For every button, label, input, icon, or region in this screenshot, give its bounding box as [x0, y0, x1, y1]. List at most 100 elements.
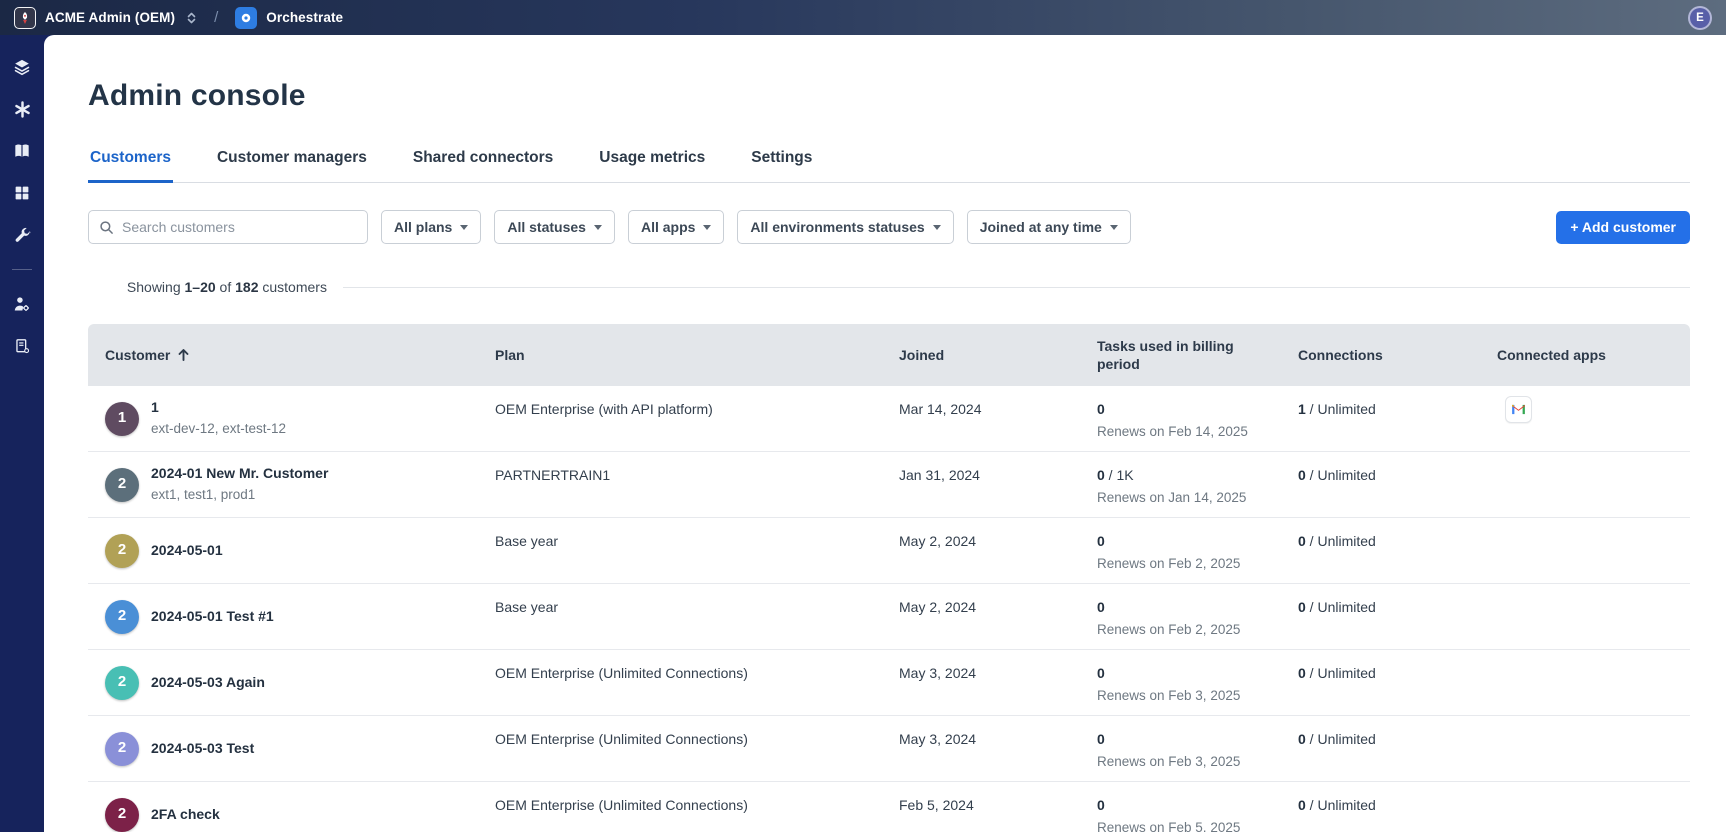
table-row[interactable]: 1 1 ext-dev-12, ext-test-12 OEM Enterpri… — [88, 386, 1690, 452]
plan-cell: PARTNERTRAIN1 — [495, 467, 611, 483]
tasks-used-value: 0 — [1097, 401, 1105, 417]
connections-limit: / Unlimited — [1305, 797, 1376, 813]
connected-apps-cell — [1497, 518, 1690, 583]
customer-name[interactable]: 1 — [151, 398, 286, 417]
connections-limit: / Unlimited — [1305, 401, 1376, 417]
audit-log-icon[interactable] — [12, 336, 32, 356]
gmail-app-icon[interactable] — [1505, 396, 1532, 423]
orchestrate-logo-icon[interactable] — [235, 6, 258, 29]
plan-cell: OEM Enterprise (Unlimited Connections) — [495, 665, 748, 681]
customer-name[interactable]: 2FA check — [151, 805, 220, 824]
tasks-cell: 0 Renews on Feb 3, 2025 — [1097, 716, 1298, 781]
customer-cell[interactable]: 2 2024-05-03 Again — [88, 650, 495, 715]
connections-cell: 0 / Unlimited — [1298, 782, 1497, 832]
connections-cell: 1 / Unlimited — [1298, 386, 1497, 451]
customer-text: 2FA check — [151, 805, 220, 824]
grid-icon[interactable] — [12, 183, 32, 203]
tab-customer-managers[interactable]: Customer managers — [215, 143, 369, 183]
table-row[interactable]: 2 2024-05-03 Test OEM Enterprise (Unlimi… — [88, 716, 1690, 782]
table-row[interactable]: 2 2FA check OEM Enterprise (Unlimited Co… — [88, 782, 1690, 832]
joined-cell: May 2, 2024 — [899, 599, 977, 615]
column-header-connected-apps[interactable]: Connected apps — [1497, 347, 1690, 363]
filter-all-statuses[interactable]: All statuses — [494, 210, 615, 244]
tasks-used-value: 0 — [1097, 599, 1105, 615]
customer-cell[interactable]: 2 2024-05-03 Test — [88, 716, 495, 781]
connections-value: 1 — [1298, 401, 1306, 417]
workspace-switcher-icon[interactable] — [186, 11, 197, 25]
customer-cell[interactable]: 2 2FA check — [88, 782, 495, 832]
user-settings-icon[interactable] — [12, 294, 32, 314]
tab-usage-metrics[interactable]: Usage metrics — [597, 143, 707, 183]
tasks-limit: / 1K — [1104, 467, 1134, 483]
summary-divider — [342, 286, 1690, 288]
customer-name[interactable]: 2024-05-03 Test — [151, 739, 254, 758]
connections-limit: / Unlimited — [1305, 731, 1376, 747]
customer-name[interactable]: 2024-05-01 Test #1 — [151, 607, 274, 626]
table-row[interactable]: 2 2024-05-03 Again OEM Enterprise (Unlim… — [88, 650, 1690, 716]
customers-table: Customer Plan Joined Tasks used in billi… — [88, 324, 1690, 832]
sort-ascending-icon — [178, 349, 189, 361]
column-header-plan[interactable]: Plan — [495, 347, 899, 363]
connected-apps-cell — [1497, 386, 1690, 451]
tab-bar: Customers Customer managers Shared conne… — [88, 143, 1690, 183]
chevron-down-icon — [932, 224, 941, 230]
sidebar-divider — [12, 269, 32, 270]
filter-all-apps[interactable]: All apps — [627, 210, 725, 244]
customer-name[interactable]: 2024-05-01 — [151, 541, 223, 560]
customer-text: 2024-01 New Mr. Customer ext1, test1, pr… — [151, 464, 328, 504]
filter-environments-statuses[interactable]: All environments statuses — [737, 210, 954, 244]
column-header-connections[interactable]: Connections — [1298, 347, 1497, 363]
plan-cell: OEM Enterprise (Unlimited Connections) — [495, 797, 748, 813]
add-customer-button[interactable]: + Add customer — [1556, 210, 1690, 244]
search-box[interactable] — [88, 210, 368, 244]
asterisk-icon[interactable] — [12, 99, 32, 119]
column-header-customer[interactable]: Customer — [88, 347, 495, 363]
workspace-name[interactable]: ACME Admin (OEM) — [45, 10, 175, 25]
tab-settings[interactable]: Settings — [749, 143, 814, 183]
connected-apps-cell — [1497, 650, 1690, 715]
open-book-icon[interactable] — [12, 141, 32, 161]
column-header-customer-label: Customer — [105, 347, 171, 363]
summary-suffix: customers — [258, 279, 327, 295]
search-input[interactable] — [122, 219, 357, 235]
filter-all-statuses-label: All statuses — [507, 219, 586, 235]
tab-customers[interactable]: Customers — [88, 143, 173, 183]
filter-environments-statuses-label: All environments statuses — [750, 219, 925, 235]
plan-cell: Base year — [495, 533, 559, 549]
layers-icon[interactable] — [12, 57, 32, 77]
wrench-icon[interactable] — [12, 225, 32, 245]
tasks-cell: 0 / 1K Renews on Jan 14, 2025 — [1097, 452, 1298, 517]
tab-shared-connectors[interactable]: Shared connectors — [411, 143, 555, 183]
column-header-tasks[interactable]: Tasks used in billing period — [1097, 337, 1247, 373]
customer-name[interactable]: 2024-01 New Mr. Customer — [151, 464, 328, 483]
plan-cell: OEM Enterprise (Unlimited Connections) — [495, 731, 748, 747]
connections-cell: 0 / Unlimited — [1298, 716, 1497, 781]
joined-cell: May 2, 2024 — [899, 533, 977, 549]
customer-cell[interactable]: 1 1 ext-dev-12, ext-test-12 — [88, 386, 495, 451]
column-header-joined[interactable]: Joined — [899, 347, 1097, 363]
filter-bar: All plans All statuses All apps All envi… — [88, 210, 1690, 244]
table-header-row: Customer Plan Joined Tasks used in billi… — [88, 324, 1690, 386]
connections-value: 0 — [1298, 665, 1306, 681]
table-row[interactable]: 2 2024-01 New Mr. Customer ext1, test1, … — [88, 452, 1690, 518]
chevron-down-icon — [593, 224, 602, 230]
table-row[interactable]: 2 2024-05-01 Test #1 Base year May 2, 20… — [88, 584, 1690, 650]
breadcrumb-product[interactable]: Orchestrate — [266, 10, 343, 25]
customer-cell[interactable]: 2 2024-05-01 Test #1 — [88, 584, 495, 649]
summary-showing: Showing — [126, 279, 185, 295]
renews-on: Renews on Feb 3, 2025 — [1097, 687, 1241, 703]
filter-joined-time[interactable]: Joined at any time — [966, 210, 1131, 244]
user-avatar[interactable]: E — [1688, 5, 1712, 30]
connected-apps-cell — [1497, 716, 1690, 781]
connections-value: 0 — [1298, 731, 1306, 747]
customer-cell[interactable]: 2 2024-05-01 — [88, 518, 495, 583]
filter-all-plans[interactable]: All plans — [381, 210, 482, 244]
tasks-used-value: 0 — [1097, 731, 1105, 747]
renews-on: Renews on Feb 2, 2025 — [1097, 621, 1241, 637]
customer-name[interactable]: 2024-05-03 Again — [151, 673, 265, 692]
table-row[interactable]: 2 2024-05-01 Base year May 2, 2024 0 Ren… — [88, 518, 1690, 584]
customer-cell[interactable]: 2 2024-01 New Mr. Customer ext1, test1, … — [88, 452, 495, 517]
joined-cell: Jan 31, 2024 — [899, 467, 980, 483]
filter-all-plans-label: All plans — [394, 219, 453, 235]
workspace-logo-icon[interactable] — [14, 6, 36, 29]
